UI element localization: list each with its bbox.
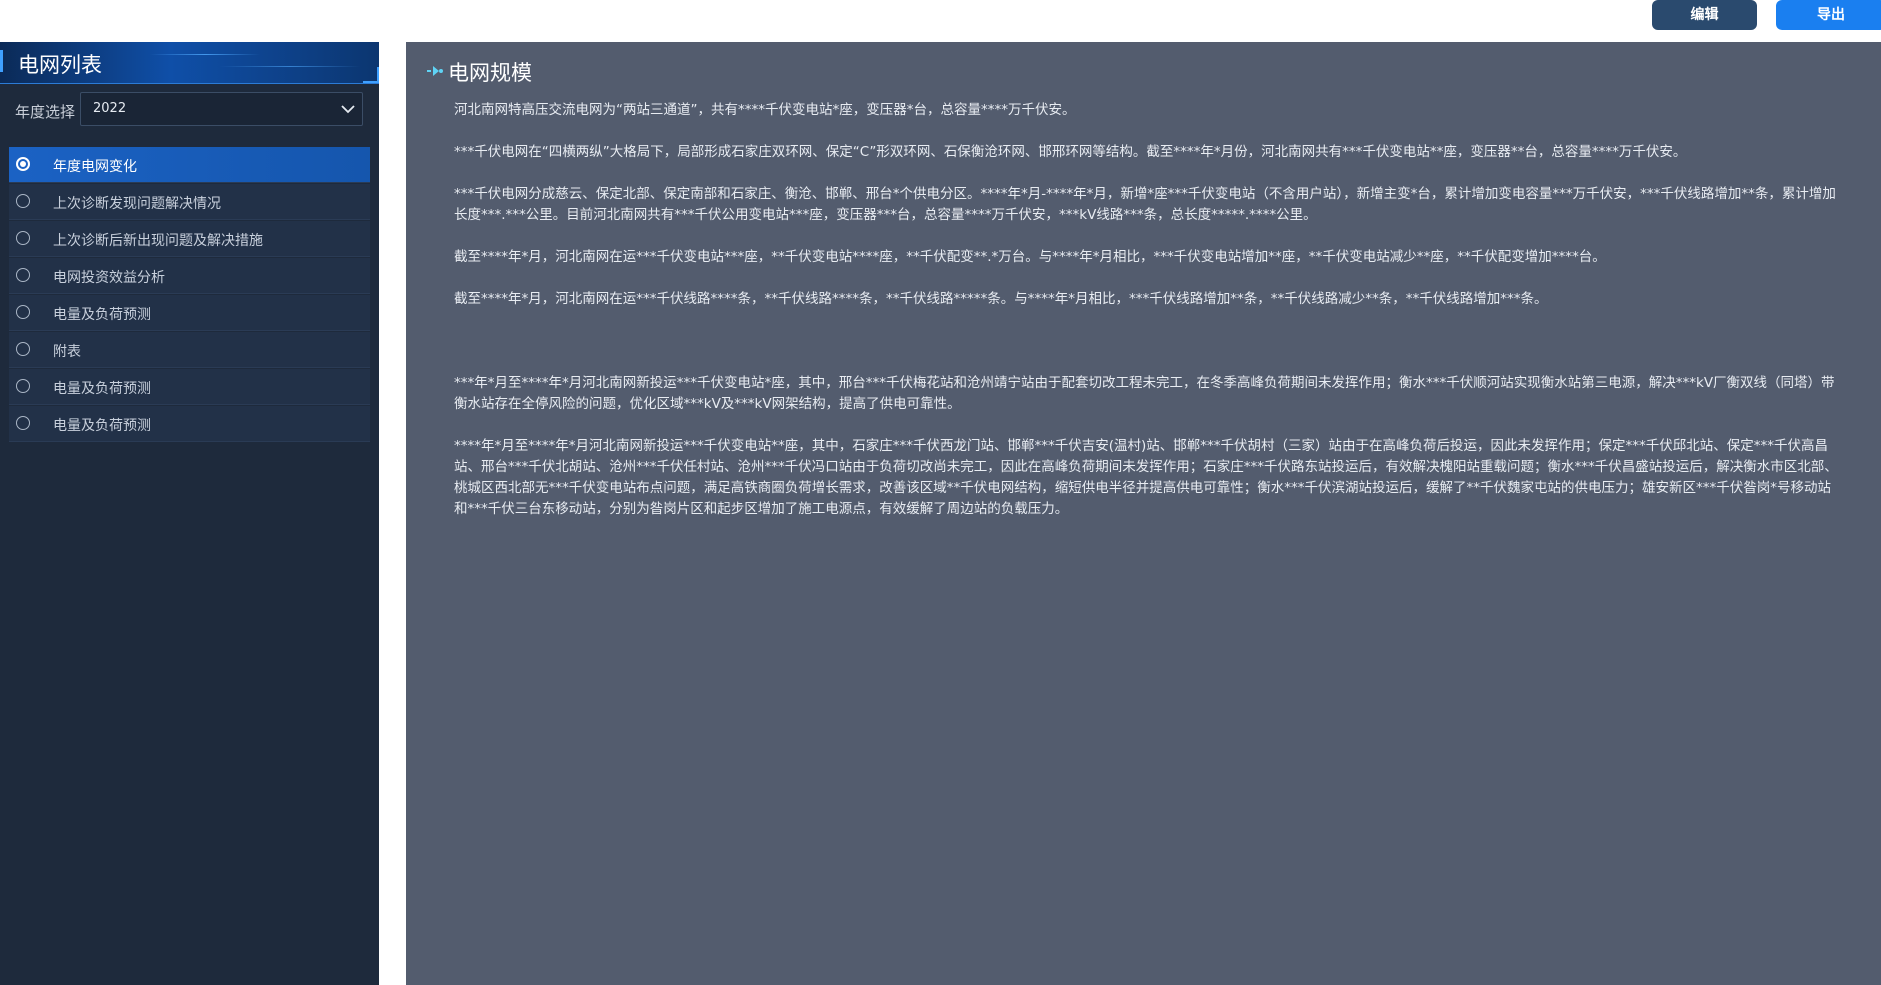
header-edge-decoration (0, 50, 3, 72)
nav-item-load-forecast[interactable]: 电量及负荷预测 (9, 295, 370, 331)
sidebar: 电网列表 年度选择 2022 年度电网变化 上次诊断发现问题解决情况 上次诊断后… (0, 42, 379, 985)
nav-item-label: 年度电网变化 (53, 159, 137, 175)
header-line-decoration (150, 54, 260, 55)
nav-item-label: 电量及负荷预测 (53, 307, 151, 323)
radio-icon (16, 268, 30, 282)
content-paragraph: ****年*月至****年*月河北南网新投运***千伏变电站**座，其中，石家庄… (454, 438, 1838, 517)
chevron-down-icon (341, 105, 355, 114)
nav-item-label: 电量及负荷预测 (53, 381, 151, 397)
export-button[interactable]: 导出 (1776, 0, 1881, 30)
radio-icon (16, 305, 30, 319)
year-selector-row: 年度选择 2022 (0, 92, 379, 128)
radio-icon (16, 416, 30, 430)
radio-selected-icon (16, 157, 30, 171)
radio-icon (16, 194, 30, 208)
content-paragraph: 河北南网特高压交流电网为“两站三通道”，共有****千伏变电站*座，变压器*台，… (454, 102, 1076, 118)
content-paragraph: 截至****年*月，河北南网在运***千伏变电站***座，**千伏变电站****… (454, 249, 1606, 265)
year-select-value: 2022 (93, 101, 127, 116)
sidebar-header: 电网列表 (0, 42, 379, 84)
radio-icon (16, 231, 30, 245)
nav-item-label: 电量及负荷预测 (53, 418, 151, 434)
content-paragraph: 截至****年*月，河北南网在运***千伏线路****条，**千伏线路****条… (454, 291, 1548, 307)
main-panel: 电网规模 河北南网特高压交流电网为“两站三通道”，共有****千伏变电站*座，变… (406, 42, 1881, 985)
radio-icon (16, 342, 30, 356)
nav-item-investment-benefit[interactable]: 电网投资效益分析 (9, 258, 370, 294)
header-corner-decoration (363, 67, 379, 83)
nav-item-appendix[interactable]: 附表 (9, 332, 370, 368)
content-paragraph: ***千伏电网分成慈云、保定北部、保定南部和石家庄、衡沧、邯郸、邢台*个供电分区… (454, 186, 1836, 223)
nav-item-last-issues-resolution[interactable]: 上次诊断发现问题解决情况 (9, 184, 370, 220)
nav-item-new-issues-measures[interactable]: 上次诊断后新出现问题及解决措施 (9, 221, 370, 257)
nav-item-label: 电网投资效益分析 (53, 270, 165, 286)
nav-item-label: 上次诊断后新出现问题及解决措施 (53, 233, 263, 249)
radio-icon (16, 379, 30, 393)
section-content: 河北南网特高压交流电网为“两站三通道”，共有****千伏变电站*座，变压器*台，… (454, 100, 1844, 541)
year-select[interactable]: 2022 (80, 92, 363, 126)
sidebar-title: 电网列表 (18, 53, 102, 77)
arrow-bullet-icon (427, 66, 443, 76)
content-paragraph: ***千伏电网在“四横两纵”大格局下，局部形成石家庄双环网、保定“C”形双环网、… (454, 144, 1687, 160)
nav-item-annual-grid-change[interactable]: 年度电网变化 (9, 147, 370, 183)
grid-list-nav: 年度电网变化 上次诊断发现问题解决情况 上次诊断后新出现问题及解决措施 电网投资… (9, 147, 370, 443)
top-toolbar: 编辑 导出 (0, 0, 1881, 42)
content-paragraph: ***年*月至****年*月河北南网新投运***千伏变电站*座，其中，邢台***… (454, 375, 1835, 412)
nav-item-label: 附表 (53, 344, 81, 360)
nav-item-label: 上次诊断发现问题解决情况 (53, 196, 221, 212)
section-title: 电网规模 (448, 61, 532, 85)
edit-button[interactable]: 编辑 (1652, 0, 1757, 30)
nav-item-load-forecast-2[interactable]: 电量及负荷预测 (9, 369, 370, 405)
year-select-label: 年度选择 (15, 103, 76, 121)
nav-item-load-forecast-3[interactable]: 电量及负荷预测 (9, 406, 370, 442)
header-line-decoration (220, 66, 360, 67)
